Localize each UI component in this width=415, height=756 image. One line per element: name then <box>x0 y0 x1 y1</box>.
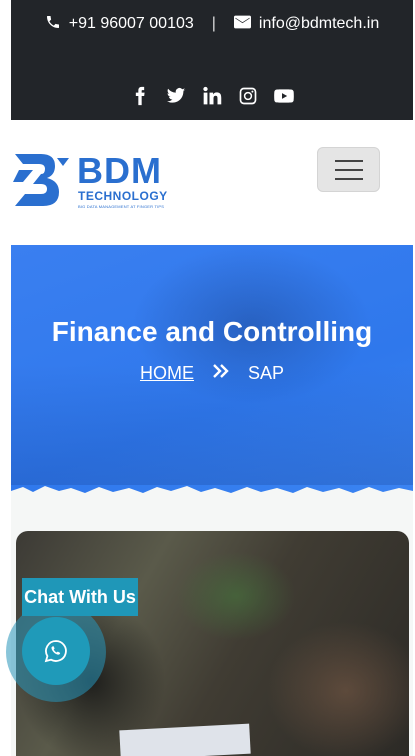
breadcrumb-current: SAP <box>247 363 285 383</box>
page-hero-banner: Finance and Controlling HOME SAP <box>11 245 413 500</box>
facebook-icon[interactable] <box>129 85 151 107</box>
linkedin-icon[interactable] <box>201 85 223 107</box>
chat-with-us-label[interactable]: Chat With Us <box>22 578 138 616</box>
breadcrumb-home-link[interactable]: HOME <box>140 363 194 384</box>
double-chevron-right-icon <box>212 363 230 384</box>
hamburger-icon <box>334 177 363 180</box>
twitter-icon[interactable] <box>165 85 187 107</box>
whatsapp-chat-button[interactable] <box>22 617 90 685</box>
hamburger-icon <box>334 168 363 171</box>
phone-link[interactable]: +91 96007 00103 <box>45 14 194 35</box>
bdm-logo-mark-icon <box>13 154 69 206</box>
instagram-icon[interactable] <box>237 85 259 107</box>
page-title: Finance and Controlling <box>51 316 373 347</box>
logo-tagline: BIG DATA MANAGEMENT AT FINGER TIPS <box>78 204 165 209</box>
bdm-logo[interactable]: BDM TECHNOLOGY BIG DATA MANAGEMENT AT FI… <box>11 148 181 218</box>
email-address: info@bdmtech.in <box>258 15 380 32</box>
torn-paper-edge <box>11 486 413 500</box>
logo-text-main: BDM <box>77 150 162 191</box>
youtube-icon[interactable] <box>273 85 295 107</box>
whatsapp-icon <box>44 640 67 663</box>
breadcrumb: HOME SAP <box>11 363 413 384</box>
site-header: BDM TECHNOLOGY BIG DATA MANAGEMENT AT FI… <box>11 120 413 245</box>
logo-text-sub: TECHNOLOGY <box>78 189 168 203</box>
email-link[interactable]: info@bdmtech.in <box>233 15 380 34</box>
top-contact-bar: +91 96007 00103 | info@bdmtech.in <box>11 0 413 120</box>
contact-separator: | <box>211 15 216 32</box>
hamburger-icon <box>334 159 363 162</box>
contact-row: +91 96007 00103 | info@bdmtech.in <box>11 12 413 36</box>
social-links <box>11 84 413 108</box>
envelope-icon <box>233 15 251 34</box>
phone-icon <box>45 14 61 35</box>
menu-toggle-button[interactable] <box>317 147 380 192</box>
phone-number: +91 96007 00103 <box>68 15 194 32</box>
